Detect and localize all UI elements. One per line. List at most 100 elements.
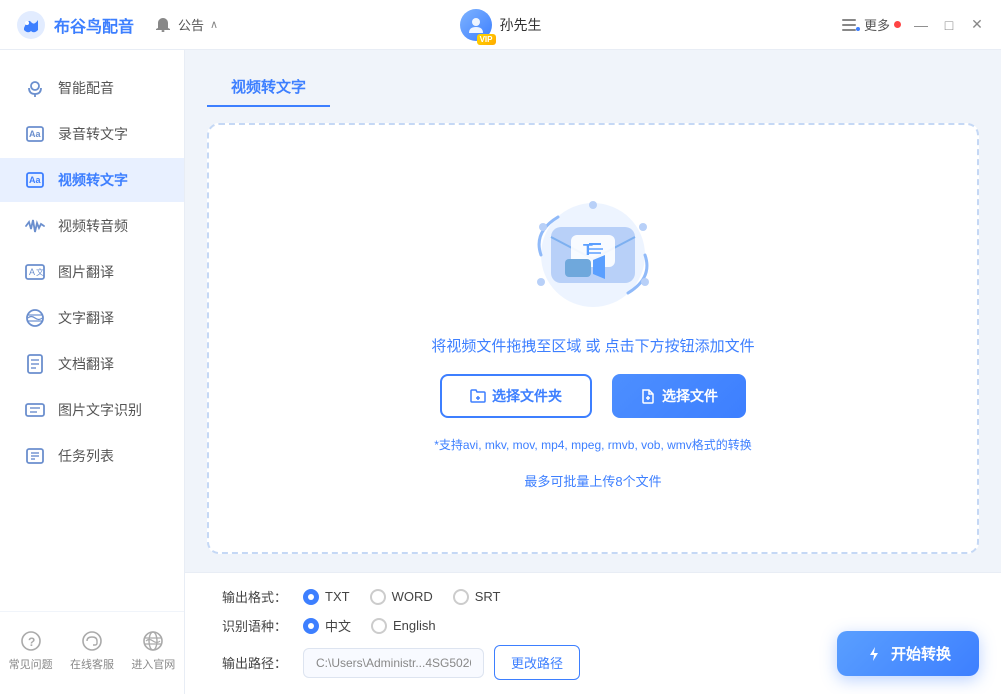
format-label: 输出格式： [207, 587, 287, 606]
word-radio[interactable] [370, 589, 386, 605]
minimize-button[interactable]: — [913, 17, 929, 33]
format-word[interactable]: WORD [370, 589, 433, 605]
question-icon: ? [20, 630, 42, 652]
upload-text-content: 将视频文件拖拽至区域 或 点击下方按钮添加文件 [431, 338, 754, 355]
bell-icon [154, 16, 172, 34]
avatar-icon [466, 15, 486, 35]
path-input-row: 更改路径 [303, 645, 580, 680]
change-path-button[interactable]: 更改路径 [494, 645, 580, 680]
service-button[interactable]: 在线客服 [62, 624, 122, 678]
file-plus-icon [640, 388, 656, 404]
chinese-radio[interactable] [303, 618, 319, 634]
lightning-icon [865, 645, 883, 663]
sidebar-item-text-translate[interactable]: 文字翻译 [0, 296, 184, 340]
website-button[interactable]: 进入官网 [123, 624, 183, 678]
srt-radio[interactable] [453, 589, 469, 605]
svg-text:?: ? [28, 635, 35, 649]
more-button[interactable]: 更多 [842, 15, 901, 34]
svg-text:A: A [29, 267, 35, 277]
english-label: English [393, 618, 436, 633]
app-title: 布谷鸟配音 [54, 13, 134, 37]
english-radio[interactable] [371, 618, 387, 634]
chinese-label: 中文 [325, 616, 351, 635]
service-icon [81, 630, 103, 652]
select-folder-button[interactable]: 选择文件夹 [440, 374, 592, 418]
sidebar-label-audio-to-text: 录音转文字 [58, 124, 128, 144]
sidebar-item-image-ocr[interactable]: 图片文字识别 [0, 388, 184, 432]
upload-buttons: 选择文件夹 选择文件 [440, 374, 746, 418]
format-radio-group: TXT WORD SRT [303, 589, 501, 605]
sidebar-item-doc-translate[interactable]: 文档翻译 [0, 342, 184, 386]
waveform-icon [24, 215, 46, 237]
text-translate-icon [24, 307, 46, 329]
lang-label: 识别语种： [207, 616, 287, 635]
lang-chinese[interactable]: 中文 [303, 616, 351, 635]
lang-radio-group: 中文 English [303, 616, 436, 635]
lang-english[interactable]: English [371, 618, 436, 634]
sidebar: 智能配音 Aa 录音转文字 Aa 视频转文字 [0, 50, 185, 694]
sidebar-item-audio-to-text[interactable]: Aa 录音转文字 [0, 112, 184, 156]
format-hint: *支持avi, mkv, mov, mp4, mpeg, rmvb, vob, … [434, 436, 752, 453]
folder-plus-icon [470, 388, 486, 404]
path-input[interactable] [303, 648, 484, 678]
close-button[interactable]: ✕ [969, 17, 985, 33]
avatar: VIP [460, 9, 492, 41]
start-btn-label: 开始转换 [891, 643, 951, 664]
more-label: 更多 [864, 15, 890, 34]
globe-icon [142, 630, 164, 652]
doc-translate-icon [24, 353, 46, 375]
website-label: 进入官网 [131, 656, 175, 672]
sidebar-label-image-translate: 图片翻译 [58, 262, 114, 282]
service-label: 在线客服 [70, 656, 114, 672]
faq-button[interactable]: ? 常见问题 [1, 624, 61, 678]
faq-label: 常见问题 [9, 656, 53, 672]
sidebar-label-task-list: 任务列表 [58, 446, 114, 466]
tab-video-to-text[interactable]: 视频转文字 [207, 68, 330, 107]
upload-svg: T [513, 187, 673, 317]
notice-chevron: ∧ [210, 18, 218, 31]
list-icon [24, 445, 46, 467]
upload-main-text: 将视频文件拖拽至区域 或 点击下方按钮添加文件 [431, 335, 754, 356]
window-controls: 更多 — □ ✕ [842, 15, 985, 34]
ocr-icon [24, 399, 46, 421]
user-info: VIP 孙先生 [460, 9, 542, 41]
video-text-icon: Aa [24, 169, 46, 191]
image-translate-icon: A 文 [24, 261, 46, 283]
word-label: WORD [392, 589, 433, 604]
upload-illustration: T [513, 187, 673, 317]
select-file-button[interactable]: 选择文件 [612, 374, 746, 418]
txt-label: TXT [325, 589, 350, 604]
sidebar-bottom: ? 常见问题 在线客服 [0, 611, 184, 678]
content-area: 视频转文字 T [185, 50, 1001, 572]
notice-button[interactable]: 公告 ∧ [154, 15, 218, 34]
sidebar-item-task-list[interactable]: 任务列表 [0, 434, 184, 478]
vip-badge: VIP [477, 34, 496, 45]
format-srt[interactable]: SRT [453, 589, 501, 605]
svg-text:文: 文 [36, 267, 44, 277]
format-txt[interactable]: TXT [303, 589, 350, 605]
upload-dropzone[interactable]: T [207, 123, 979, 554]
more-icon [842, 18, 860, 32]
sidebar-item-image-translate[interactable]: A 文 图片翻译 [0, 250, 184, 294]
svg-text:Aa: Aa [29, 175, 41, 185]
sidebar-item-video-to-text[interactable]: Aa 视频转文字 [0, 158, 184, 202]
audio-text-icon: Aa [24, 123, 46, 145]
svg-text:Aa: Aa [29, 129, 41, 139]
sidebar-label-text-translate: 文字翻译 [58, 308, 114, 328]
sidebar-item-video-to-audio[interactable]: 视频转音频 [0, 204, 184, 248]
sidebar-item-smart-voice[interactable]: 智能配音 [0, 66, 184, 110]
main-layout: 智能配音 Aa 录音转文字 Aa 视频转文字 [0, 50, 1001, 694]
txt-radio[interactable] [303, 589, 319, 605]
batch-hint: 最多可批量上传8个文件 [524, 471, 661, 490]
tab-bar: 视频转文字 [207, 68, 979, 107]
srt-label: SRT [475, 589, 501, 604]
maximize-button[interactable]: □ [941, 17, 957, 33]
sidebar-label-video-to-text: 视频转文字 [58, 170, 128, 190]
path-label: 输出路径： [207, 653, 287, 672]
sidebar-label-image-ocr: 图片文字识别 [58, 400, 142, 420]
sidebar-label-video-to-audio: 视频转音频 [58, 216, 128, 236]
start-convert-button[interactable]: 开始转换 [837, 631, 979, 676]
sidebar-label-smart-voice: 智能配音 [58, 78, 114, 98]
notice-label: 公告 [178, 15, 204, 34]
app-logo: 布谷鸟配音 [16, 10, 134, 40]
